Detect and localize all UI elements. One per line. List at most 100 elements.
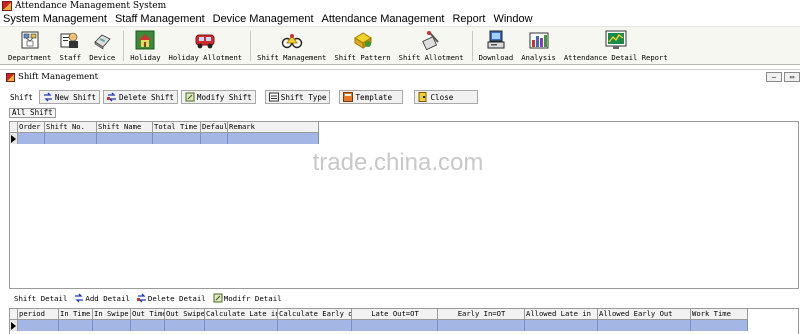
close-button[interactable]: Close — [414, 90, 479, 104]
toolbar-holiday-allotment-button[interactable]: Holiday Allotment — [168, 27, 243, 62]
toolbar-holiday-button[interactable]: Holiday — [130, 27, 161, 62]
toolbar-label: Holiday Allotment — [168, 53, 243, 62]
holiday-icon — [134, 29, 156, 51]
column-header[interactable]: In Swipe — [93, 309, 131, 320]
table-cell[interactable] — [97, 133, 153, 144]
row-pointer-icon — [10, 133, 18, 144]
toolbar-device-button[interactable]: Device — [89, 27, 115, 62]
shift-type-button[interactable]: Shift Type — [264, 90, 331, 104]
toolbar-shift-management-button[interactable]: Shift Management — [257, 27, 326, 62]
shift-management-window: Shift Management – ▭ Shift New Shift Del… — [0, 69, 800, 334]
column-header[interactable]: Defaul — [201, 122, 228, 133]
modify-shift-button[interactable]: Modify Shift — [180, 90, 256, 104]
shift-table[interactable]: Order Shift No. Shift Name Total Time De… — [9, 121, 799, 289]
app-title-bar: Attendance Management System — [0, 0, 800, 12]
restore-icon[interactable]: ▭ — [784, 72, 800, 82]
column-header[interactable]: Allowed Early Out — [598, 309, 691, 320]
toolbar-attendance-detail-report-button[interactable]: Attendance Detail Report — [564, 27, 668, 62]
column-header[interactable]: Calculate Late in — [205, 309, 278, 320]
table-cell[interactable] — [691, 320, 748, 331]
toolbar-analysis-button[interactable]: Analysis — [521, 27, 556, 62]
table-cell[interactable] — [93, 320, 131, 331]
app-logo-icon — [2, 1, 12, 11]
row-indicator-header — [10, 309, 18, 320]
delete-shift-button[interactable]: Delete Shift — [103, 90, 178, 104]
menu-system-management[interactable]: System Management — [0, 13, 111, 25]
table-cell[interactable] — [131, 320, 165, 331]
menu-window[interactable]: Window — [489, 13, 536, 25]
menu-staff-management[interactable]: Staff Management — [111, 13, 209, 25]
toolbar-shift-allotment-button[interactable]: Shift Allotment — [399, 27, 464, 62]
delete-shift-icon — [107, 92, 117, 102]
toolbar-staff-button[interactable]: Staff — [59, 27, 81, 62]
table-cell[interactable] — [352, 320, 438, 331]
window-title-bar: Shift Management – ▭ — [0, 70, 800, 84]
window-logo-icon — [6, 72, 15, 82]
template-label: Template — [355, 92, 393, 102]
column-header[interactable]: Allowed Late in — [525, 309, 598, 320]
shift-detail-label: Shift Detail — [14, 293, 68, 303]
table-cell[interactable] — [598, 320, 691, 331]
column-header[interactable]: Order — [18, 122, 45, 133]
app-title: Attendance Management System — [15, 1, 167, 11]
column-header[interactable]: Work Time — [691, 309, 748, 320]
column-header[interactable]: Out Time — [131, 309, 165, 320]
table-cell[interactable] — [153, 133, 201, 144]
row-indicator-header — [10, 122, 18, 133]
menu-report[interactable]: Report — [448, 13, 489, 25]
modify-detail-button[interactable]: Modifr Detail — [213, 293, 282, 303]
table-cell[interactable] — [205, 320, 278, 331]
template-button[interactable]: Template — [339, 90, 404, 104]
column-header[interactable]: In Time — [59, 309, 93, 320]
add-detail-button[interactable]: Add Detail — [74, 293, 130, 303]
column-header[interactable]: Shift No. — [45, 122, 97, 133]
toolbar-label: Attendance Detail Report — [563, 53, 668, 62]
table-cell[interactable] — [201, 133, 228, 144]
menu-device-management[interactable]: Device Management — [209, 13, 318, 25]
table-cell[interactable] — [525, 320, 598, 331]
column-header[interactable]: Out Swipe — [165, 309, 205, 320]
add-detail-icon — [74, 293, 84, 303]
toolbar-download-button[interactable]: Download — [479, 27, 513, 62]
table-cell[interactable] — [18, 133, 45, 144]
table-row[interactable] — [10, 133, 798, 144]
column-header[interactable]: Total Time — [153, 122, 201, 133]
table-cell[interactable] — [228, 133, 319, 144]
toolbar-label: Device — [89, 53, 116, 62]
shift-pattern-icon — [352, 29, 374, 51]
toolbar-shift-pattern-button[interactable]: Shift Pattern — [334, 27, 391, 62]
table-cell[interactable] — [59, 320, 93, 331]
column-header[interactable]: Early In=OT — [438, 309, 525, 320]
table-row[interactable] — [10, 320, 798, 331]
minimize-icon[interactable]: – — [766, 72, 782, 82]
template-icon — [343, 92, 354, 102]
delete-detail-button[interactable]: Delete Detail — [136, 293, 206, 303]
column-header[interactable]: Remark — [228, 122, 319, 133]
tab-all-shift[interactable]: All Shift — [9, 108, 56, 118]
table-cell[interactable] — [278, 320, 352, 331]
modify-shift-label: Modify Shift — [196, 92, 252, 102]
toolbar-department-button[interactable]: Department — [8, 27, 51, 62]
menu-attendance-management[interactable]: Attendance Management — [318, 13, 449, 25]
add-detail-label: Add Detail — [85, 293, 130, 303]
new-shift-button[interactable]: New Shift — [38, 90, 101, 104]
column-header[interactable]: Late Out=OT — [352, 309, 438, 320]
shift-detail-table[interactable]: period In Time In Swipe Out Time Out Swi… — [9, 308, 799, 334]
column-header[interactable]: period — [18, 309, 59, 320]
shift-toolbar: Shift New Shift Delete Shift Modify Shif… — [8, 89, 481, 105]
window-title: Shift Management — [18, 72, 99, 82]
table-cell[interactable] — [18, 320, 59, 331]
toolbar-label: Shift Allotment — [398, 53, 464, 62]
shift-management-icon — [281, 29, 303, 51]
download-icon — [485, 29, 507, 51]
column-header[interactable]: Calculate Early ou — [278, 309, 352, 320]
close-icon — [418, 92, 428, 102]
column-header[interactable]: Shift Name — [97, 122, 153, 133]
close-label: Close — [430, 92, 454, 102]
table-cell[interactable] — [165, 320, 205, 331]
table-cell[interactable] — [45, 133, 97, 144]
attendance-detail-report-icon — [605, 29, 627, 51]
analysis-icon — [528, 29, 550, 51]
table-cell[interactable] — [438, 320, 525, 331]
new-shift-label: New Shift — [54, 92, 97, 102]
